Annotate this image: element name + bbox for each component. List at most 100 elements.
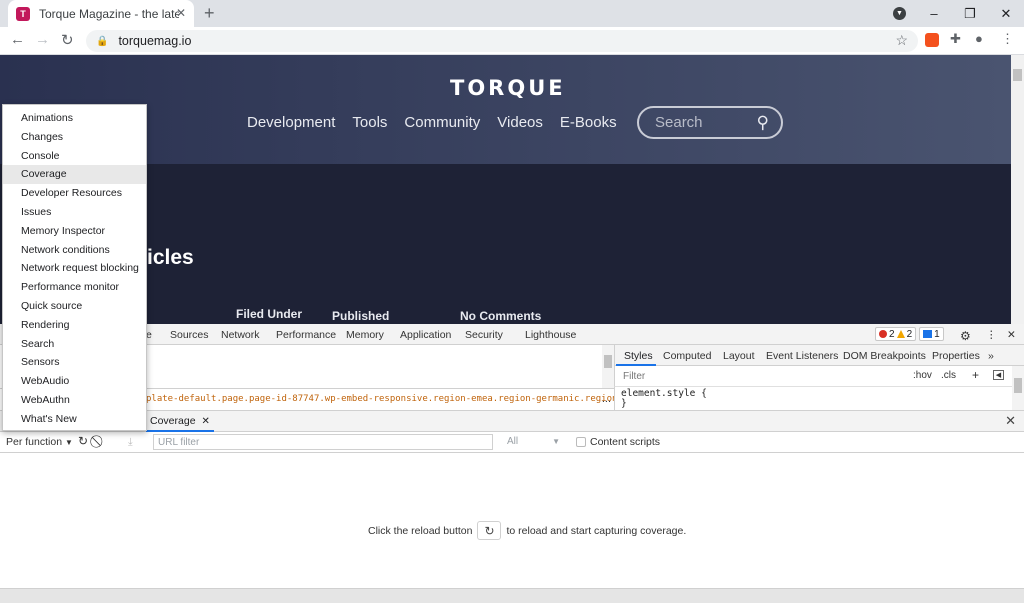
menu-item-webauthn[interactable]: WebAuthn — [3, 391, 146, 410]
address-bar[interactable]: 🔒 torquemag.io ☆ — [86, 30, 918, 52]
menu-item-issues[interactable]: Issues — [3, 203, 146, 222]
page-scroll-thumb[interactable] — [1013, 69, 1022, 81]
tab-dom-breakpoints[interactable]: DOM Breakpoints — [843, 350, 926, 362]
issue-badges: 2 2 1 — [875, 327, 944, 341]
coverage-mode-label: Per function — [6, 436, 63, 448]
styles-scrollbar[interactable] — [1012, 366, 1024, 410]
devtools-menu-icon[interactable]: ⋮ — [986, 329, 997, 341]
menu-item-sensors[interactable]: Sensors — [3, 353, 146, 372]
site-search-input[interactable]: Search ⚲ — [637, 106, 783, 139]
more-tabs-chevron[interactable]: » — [988, 350, 994, 362]
site-logo[interactable]: TORQUE — [450, 76, 566, 100]
tab-performance[interactable]: Performance — [276, 329, 336, 341]
tab-lighthouse[interactable]: Lighthouse — [525, 329, 576, 341]
tab-title: Torque Magazine - the latest Wo — [39, 6, 179, 21]
chevron-down-icon: ▼ — [64, 438, 73, 447]
tab-sources[interactable]: Sources — [170, 329, 209, 341]
type-filter-select[interactable]: All ▼ — [507, 436, 560, 447]
cls-toggle[interactable]: .cls — [941, 370, 956, 381]
menu-item-changes[interactable]: Changes — [3, 128, 146, 147]
bookmark-star-icon[interactable]: ☆ — [895, 32, 908, 49]
menu-item-network-conditions[interactable]: Network conditions — [3, 241, 146, 260]
new-rule-button[interactable]: + — [972, 368, 979, 382]
nav-community[interactable]: Community — [404, 114, 480, 131]
element-style-open[interactable]: element.style { — [621, 389, 1006, 399]
menu-item-performance-monitor[interactable]: Performance monitor — [3, 278, 146, 297]
menu-item-search[interactable]: Search — [3, 335, 146, 354]
tab-network[interactable]: Network — [221, 329, 260, 341]
nav-tools[interactable]: Tools — [352, 114, 387, 131]
coverage-status-bar — [0, 588, 1024, 603]
restore-button[interactable]: ❐ — [952, 6, 988, 22]
site-header — [0, 55, 1011, 164]
url-filter-input[interactable]: URL filter — [153, 434, 493, 450]
element-style-close: } — [621, 398, 627, 409]
hov-toggle[interactable]: :hov — [913, 370, 932, 381]
meta-published: Published — [332, 309, 390, 323]
menu-item-network-request-blocking[interactable]: Network request blocking — [3, 259, 146, 278]
puzzle-extensions-icon[interactable]: ✚ — [950, 31, 961, 47]
elements-scroll-thumb[interactable] — [604, 355, 612, 368]
content-scripts-checkbox[interactable] — [576, 437, 586, 447]
tab-computed[interactable]: Computed — [663, 350, 711, 362]
nav-development[interactable]: Development — [247, 114, 335, 131]
tab-styles[interactable]: Styles — [624, 350, 653, 362]
reload-msg-prefix: Click the reload button — [368, 524, 473, 537]
search-icon[interactable]: ⚲ — [757, 113, 769, 133]
new-tab-button[interactable]: + — [204, 3, 215, 24]
tab-security[interactable]: Security — [465, 329, 503, 341]
window-controls: – ❐ ✕ — [916, 0, 1024, 27]
menu-item-quick-source[interactable]: Quick source — [3, 297, 146, 316]
menu-item-coverage[interactable]: Coverage — [3, 165, 146, 185]
inline-reload-button[interactable]: ↻ — [477, 521, 502, 540]
tab-layout[interactable]: Layout — [723, 350, 755, 362]
browser-tab[interactable]: T Torque Magazine - the latest Wo ✕ — [8, 0, 194, 27]
menu-item-animations[interactable]: Animations — [3, 109, 146, 128]
close-tab-icon[interactable]: ✕ — [176, 6, 186, 20]
menu-item-console[interactable]: Console — [3, 147, 146, 166]
menu-kebab-icon[interactable]: ⋮ — [1001, 31, 1014, 47]
export-icon[interactable]: ⤓ — [128, 436, 133, 449]
menu-item-rendering[interactable]: Rendering — [3, 316, 146, 335]
error-warning-badge[interactable]: 2 2 — [875, 327, 917, 341]
tab-properties[interactable]: Properties — [932, 350, 980, 362]
nav-videos[interactable]: Videos — [497, 114, 543, 131]
tab-coverage[interactable]: Coverage ✕ — [146, 411, 214, 432]
menu-item-memory-inspector[interactable]: Memory Inspector — [3, 222, 146, 241]
menu-item-developer-resources[interactable]: Developer Resources — [3, 184, 146, 203]
warning-count: 2 — [906, 328, 913, 340]
reload-icon[interactable]: ↻ — [61, 31, 74, 49]
page-scrollbar[interactable] — [1011, 55, 1024, 324]
back-arrow-icon[interactable]: ← — [10, 31, 25, 48]
elements-scrollbar[interactable] — [602, 345, 614, 388]
breadcrumb-text[interactable]: plate-default.page.page-id-87747.wp-embe… — [146, 394, 614, 404]
devtools-close-icon[interactable]: ✕ — [1007, 329, 1016, 341]
close-coverage-tab-icon[interactable]: ✕ — [202, 416, 210, 427]
extension-icon[interactable] — [925, 33, 939, 47]
tab-search-icon[interactable]: ▼ — [893, 7, 906, 20]
settings-gear-icon[interactable]: ⚙ — [960, 329, 971, 343]
start-reload-icon[interactable]: ↻ — [78, 434, 88, 448]
tab-event-listeners[interactable]: Event Listeners — [766, 350, 838, 362]
forward-arrow-icon[interactable]: → — [35, 31, 50, 48]
toggle-sidebar-icon[interactable]: ◀ — [993, 370, 1004, 380]
coverage-mode-select[interactable]: Per function ▼ — [6, 436, 73, 448]
minimize-button[interactable]: – — [916, 6, 952, 21]
profile-avatar-icon[interactable]: ● — [975, 31, 983, 46]
tab-application[interactable]: Application — [400, 329, 451, 341]
nav-ebooks[interactable]: E-Books — [560, 114, 617, 131]
menu-item-whats-new[interactable]: What's New — [3, 410, 146, 429]
meta-comments[interactable]: No Comments — [460, 309, 541, 323]
close-window-button[interactable]: ✕ — [988, 6, 1024, 22]
styles-tabbar: Styles Computed Layout Event Listeners D… — [614, 345, 1024, 366]
messages-badge[interactable]: 1 — [919, 327, 944, 341]
menu-item-webaudio[interactable]: WebAudio — [3, 372, 146, 391]
tab-memory[interactable]: Memory — [346, 329, 384, 341]
styles-scroll-thumb[interactable] — [1014, 378, 1022, 393]
drawer-close-icon[interactable]: ✕ — [1005, 413, 1016, 429]
devtools-tabbar: e Sources Network Performance Memory App… — [0, 324, 1024, 345]
warning-icon — [896, 330, 905, 338]
styles-rules[interactable]: element.style { } — [614, 387, 1012, 410]
breadcrumb-more[interactable]: ... — [602, 393, 611, 405]
styles-filter-input[interactable]: Filter — [623, 371, 645, 382]
